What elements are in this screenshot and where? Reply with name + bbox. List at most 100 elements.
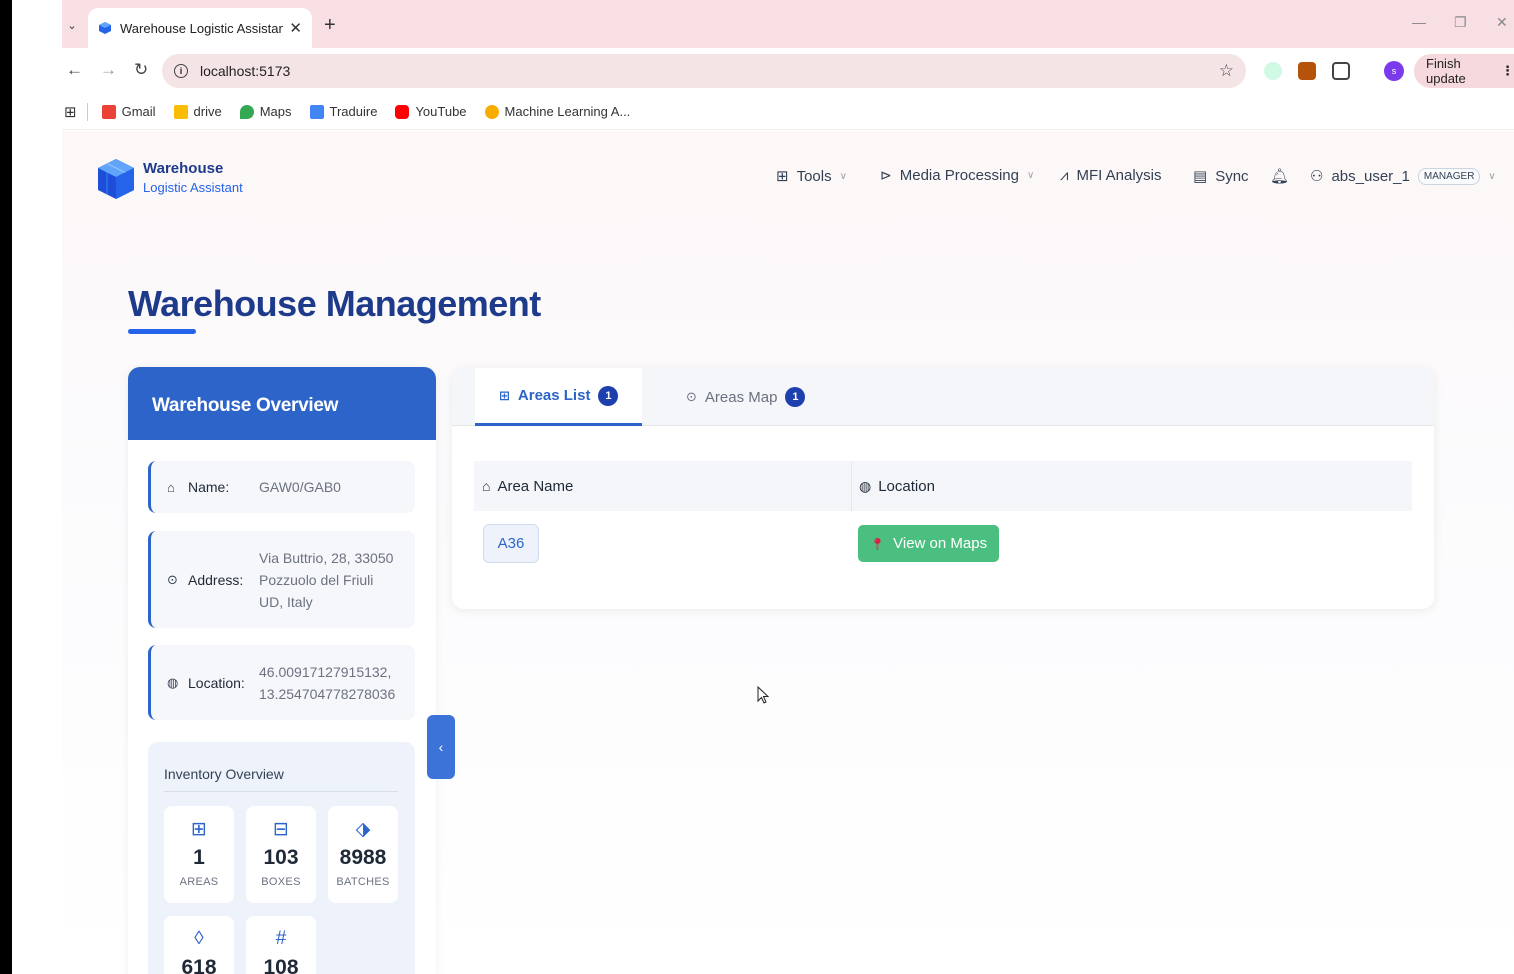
stat-value: 108 (263, 956, 299, 974)
bookmark-machine-learning[interactable]: Machine Learning A... (484, 104, 631, 119)
count-badge: 1 (785, 387, 806, 407)
gmail-icon (101, 104, 116, 119)
nav-media-processing[interactable]: ⊳ Media Processing ∨ (880, 167, 1034, 184)
tab-areas-map[interactable]: ⊙ Areas Map 1 (662, 368, 829, 426)
site-info-icon[interactable]: i (174, 64, 188, 78)
page-title: Warehouse Management (128, 283, 541, 324)
areas-table-header: ⌂ Area Name ◍ Location (474, 461, 1412, 511)
apps-grid-icon[interactable]: ⊞ (64, 103, 77, 121)
address-bar[interactable]: i localhost:5173 ☆ (162, 54, 1246, 88)
notifications-bell-icon[interactable]: 🔔︎ (1270, 167, 1289, 185)
globe-icon: ◍ (167, 674, 179, 690)
areas-tabs: ⊞ Areas List 1 ⊙ Areas Map 1 (452, 368, 1434, 426)
area-name-chip[interactable]: A36 (483, 524, 539, 563)
maps-pin-icon (239, 104, 254, 119)
address-line: Pozzuolo del Friuli (259, 571, 374, 588)
stat-caption: BOXES (261, 876, 301, 888)
warehouse-cube-logo-icon[interactable] (96, 157, 136, 201)
nav-mfi-analysis-label: MFI Analysis (1076, 167, 1162, 184)
view-on-maps-button[interactable]: 📍︎ View on Maps (858, 525, 999, 562)
column-area-name: ⌂ Area Name (482, 461, 573, 511)
stat-value: 618 (181, 956, 217, 974)
grid-icon: ⊞ (776, 168, 789, 185)
bookmark-label: Machine Learning A... (504, 104, 631, 119)
close-window-icon[interactable]: ✕ (1496, 14, 1508, 31)
collapse-panel-button[interactable]: ‹ (427, 715, 455, 779)
bookmark-traduire[interactable]: Traduire (309, 104, 378, 119)
chevron-down-icon: ∨ (839, 170, 847, 182)
username: abs_user_1 (1331, 167, 1410, 185)
brand-subtitle[interactable]: Logistic Assistant (143, 180, 243, 195)
address-line: UD, Italy (259, 593, 313, 610)
new-tab-button[interactable]: + (324, 14, 336, 37)
stat-areas: ⊞ 1 AREAS (164, 806, 234, 903)
bookmark-drive[interactable]: drive (173, 104, 222, 119)
restore-icon[interactable]: ❐ (1454, 14, 1467, 31)
location-value: 46.00917127915132, 13.254704778278036 (259, 661, 395, 705)
app-favicon-icon (99, 22, 111, 34)
bookmark-star-icon[interactable]: ☆ (1219, 61, 1234, 81)
finish-update-button[interactable]: Finish update ⋮ (1414, 54, 1514, 88)
address-value: Via Buttrio, 28, 33050 Pozzuolo del Friu… (259, 547, 393, 613)
user-menu[interactable]: ⚇ abs_user_1 MANAGER ∨ (1310, 167, 1496, 185)
colab-icon (484, 104, 499, 119)
bookmark-gmail[interactable]: Gmail (101, 104, 156, 119)
count-badge: 1 (598, 385, 619, 406)
browser-toolbar: ← → ↻ i localhost:5173 ☆ s Finish update… (62, 48, 1514, 94)
drop-icon: ◊ (194, 928, 204, 949)
youtube-icon (395, 104, 410, 119)
inventory-overview: Inventory Overview ⊞ 1 AREAS ⊟ 103 BOXES… (148, 742, 415, 974)
chevron-down-icon: ∨ (1026, 170, 1035, 181)
extension-frog-icon[interactable] (1264, 62, 1282, 80)
server-icon: ▤ (1193, 168, 1208, 185)
stat-caption: AREAS (179, 876, 219, 888)
bookmark-maps[interactable]: Maps (239, 104, 292, 119)
bookmark-youtube[interactable]: YouTube (395, 104, 467, 119)
bookmark-label: Traduire (329, 104, 378, 119)
grid-icon: ⊞ (191, 819, 207, 840)
chevron-down-icon: ⌄ (67, 19, 77, 32)
view-on-maps-label: View on Maps (893, 535, 988, 552)
bookmark-label: Gmail (121, 104, 156, 119)
extensions-icon[interactable] (1332, 62, 1350, 80)
location-label: Location: (188, 674, 245, 691)
bookmark-label: Maps (259, 104, 292, 119)
profile-avatar[interactable]: s (1384, 61, 1404, 81)
name-label-group: ⌂ Name: (151, 479, 259, 495)
forward-arrow-icon[interactable]: → (100, 60, 117, 80)
tab-areas-list[interactable]: ⊞ Areas List 1 (475, 368, 643, 426)
brand-name[interactable]: Warehouse (143, 160, 223, 177)
tab-title: Warehouse Logistic Assistant (120, 20, 284, 36)
map-pin-icon: ⊙ (167, 571, 178, 587)
nav-sync[interactable]: ▤ Sync (1193, 167, 1249, 186)
browser-tab[interactable]: Warehouse Logistic Assistant ✕ (88, 8, 312, 48)
areas-panel: ⊞ Areas List 1 ⊙ Areas Map 1 ⌂ Area Name… (452, 368, 1434, 609)
back-arrow-icon[interactable]: ← (66, 60, 83, 80)
tab-areas-map-label: Areas Map (704, 388, 778, 406)
name-label: Name: (188, 479, 230, 495)
stat-value: 1 (193, 846, 205, 869)
stat-boxes: ⊟ 103 BOXES (246, 806, 316, 903)
location-label-group: ◍ Location: (151, 675, 259, 691)
longitude: 13.254704778278036 (259, 685, 396, 702)
minimize-icon[interactable]: — (1412, 14, 1426, 30)
column-area-name-label: Area Name (497, 477, 574, 495)
tab-search-button[interactable]: ⌄ (62, 12, 82, 38)
chevron-down-icon: ∨ (1488, 170, 1496, 182)
overview-header: Warehouse Overview (128, 367, 436, 440)
extension-puzzle-game-icon[interactable] (1298, 62, 1316, 80)
close-icon[interactable]: ✕ (289, 19, 302, 37)
address-label-group: ⊙ Address: (151, 572, 259, 588)
stat-drops: ◊ 618 (164, 916, 234, 974)
home-icon: ⌂ (167, 479, 175, 495)
screen-white-strip (12, 0, 62, 974)
kebab-menu-icon[interactable]: ⋮ (1501, 63, 1514, 79)
inventory-divider (164, 791, 398, 792)
reload-icon[interactable]: ↻ (134, 60, 148, 80)
bookmark-label: drive (193, 104, 222, 119)
stat-batches: ⬗ 8988 BATCHES (328, 806, 398, 903)
nav-tools[interactable]: ⊞ Tools ∨ (776, 167, 847, 186)
nav-mfi-analysis[interactable]: ⩘ MFI Analysis (1060, 167, 1162, 184)
stat-count: # 108 (246, 916, 316, 974)
nav-media-processing-label: Media Processing (899, 167, 1019, 184)
